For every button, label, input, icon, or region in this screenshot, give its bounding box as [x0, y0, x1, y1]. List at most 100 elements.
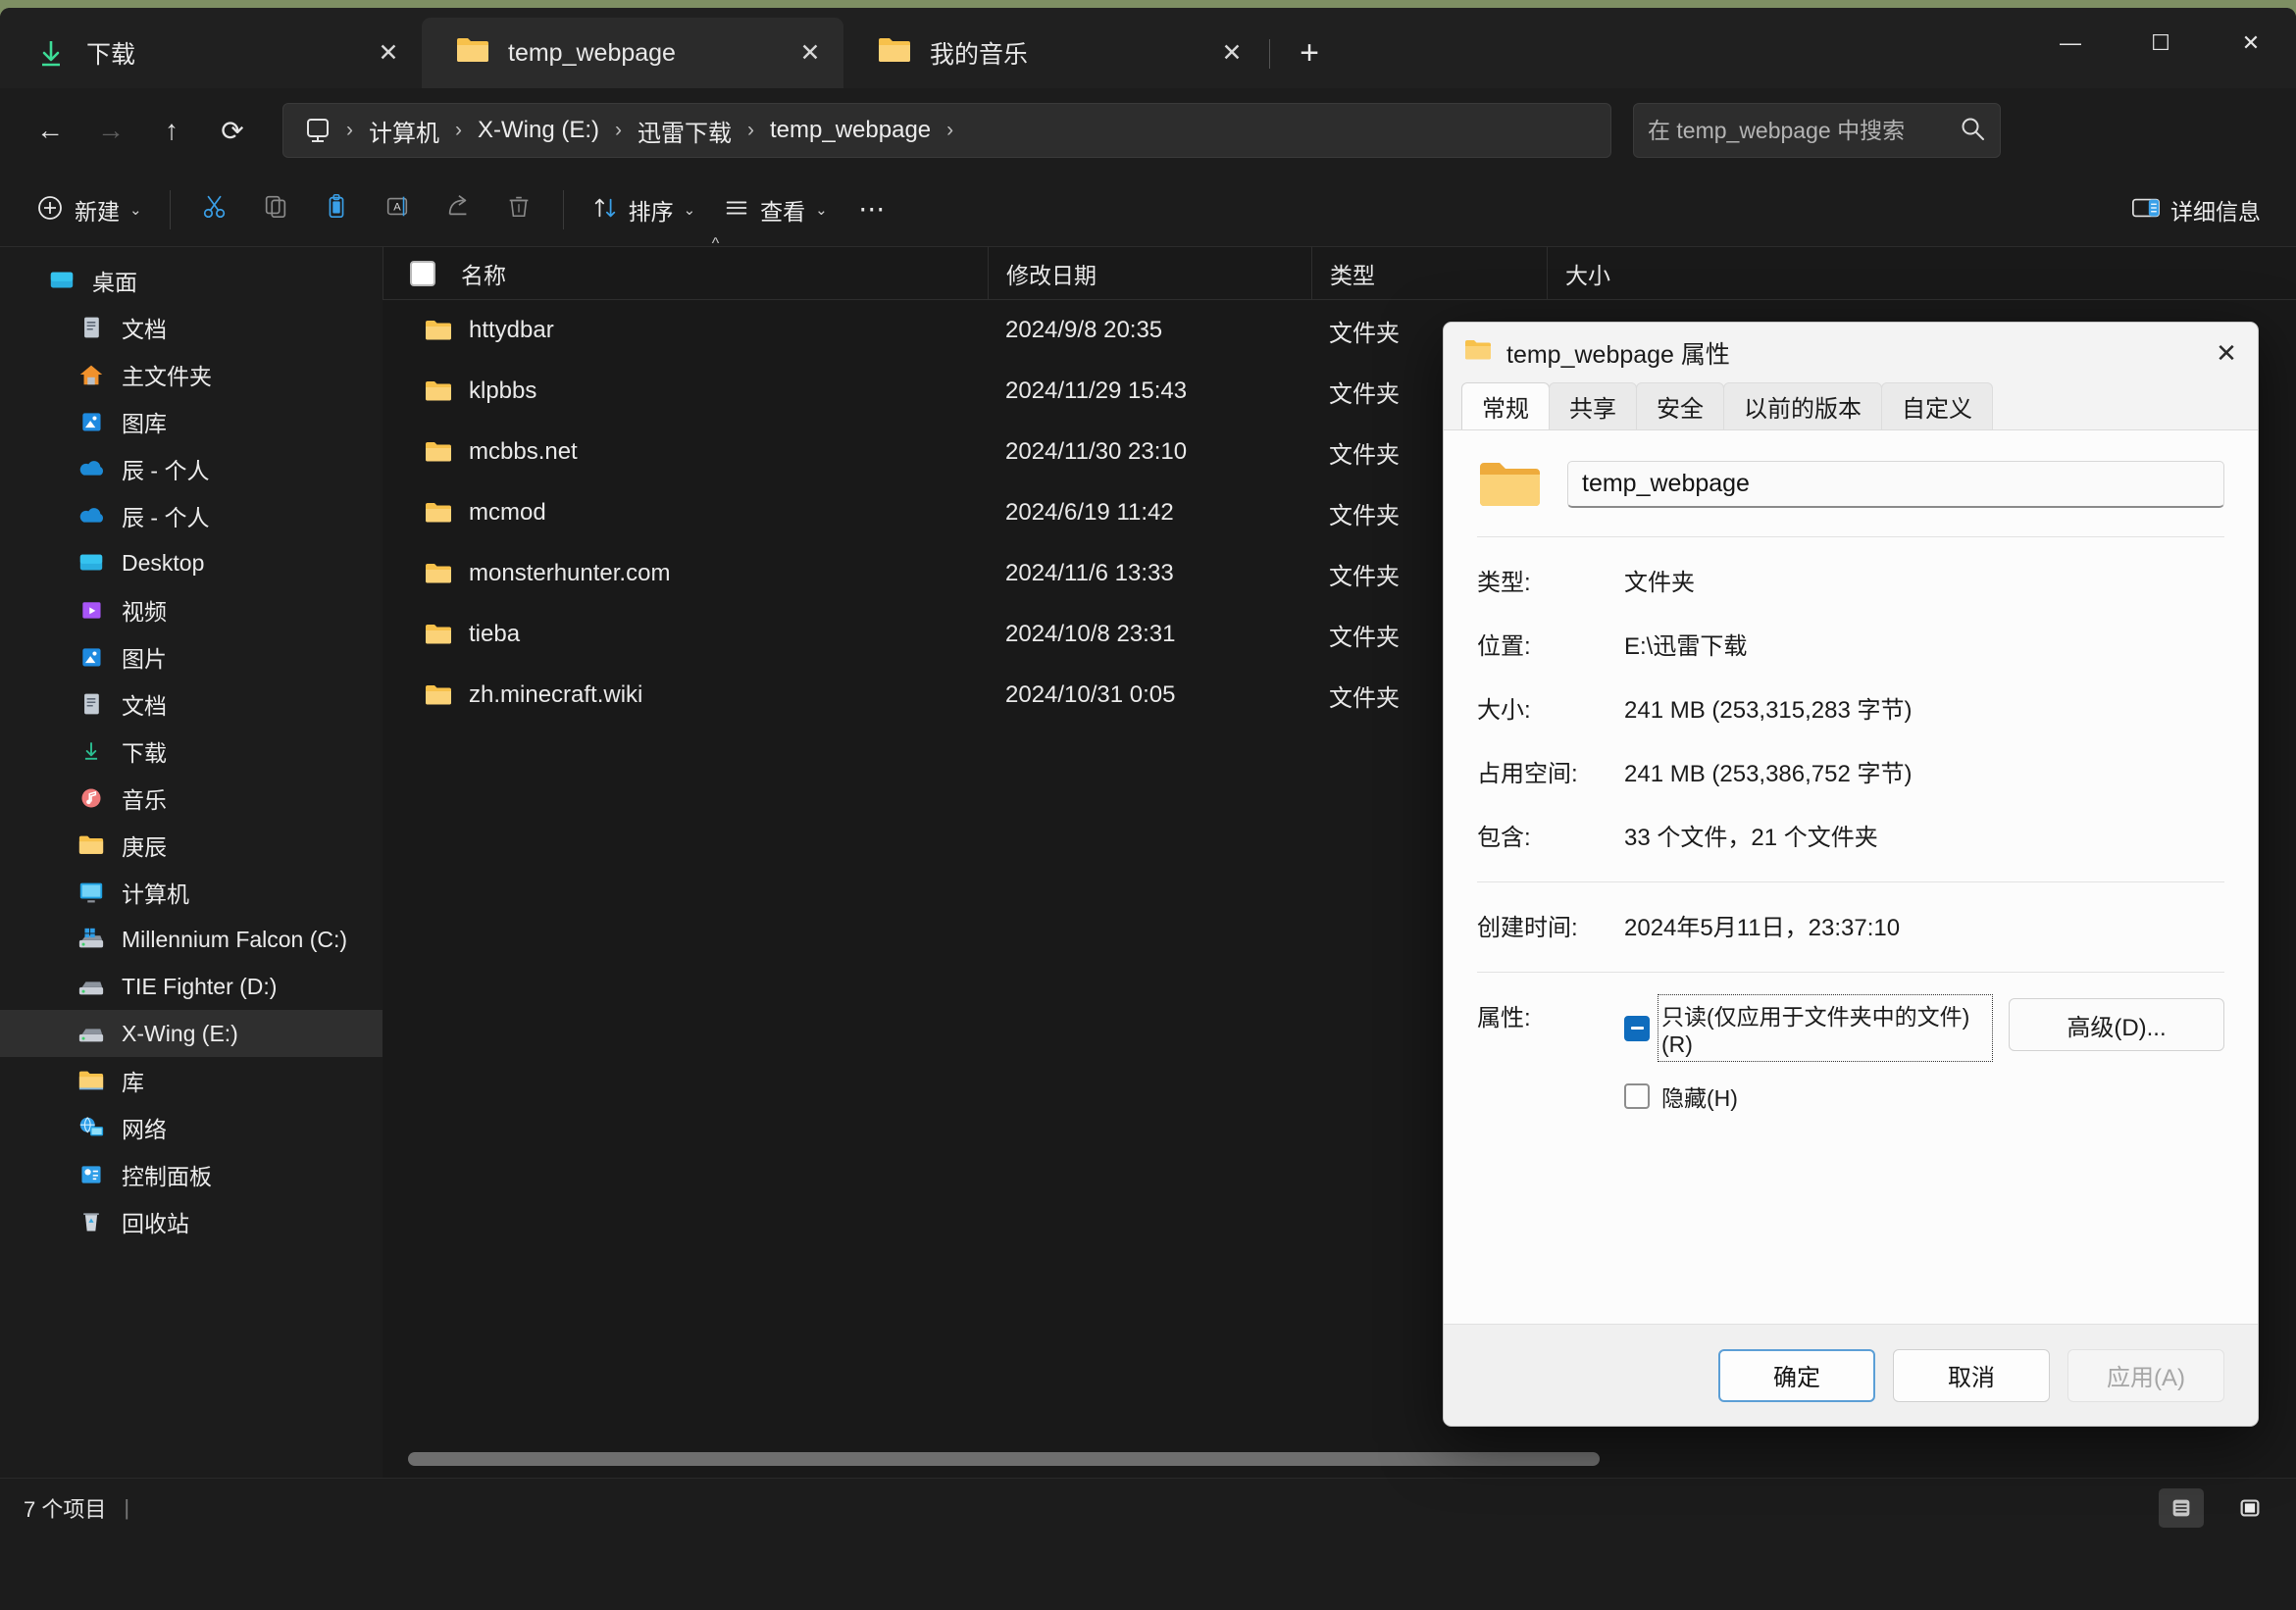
- close-icon[interactable]: ✕: [1212, 33, 1251, 73]
- share-button[interactable]: [428, 183, 488, 236]
- more-options-button[interactable]: ⋯: [842, 183, 902, 236]
- breadcrumb-item-xunlei[interactable]: 迅雷下载: [628, 110, 741, 152]
- paste-button[interactable]: [306, 183, 367, 236]
- folder-icon: [424, 440, 453, 465]
- forward-button[interactable]: →: [82, 102, 139, 159]
- maximize-button[interactable]: ☐: [2116, 8, 2206, 78]
- cancel-button[interactable]: 取消: [1893, 1348, 2050, 1402]
- tab-general[interactable]: 常规: [1461, 382, 1550, 429]
- sidebar-item-libraries[interactable]: 库: [0, 1057, 383, 1104]
- tab-security[interactable]: 安全: [1636, 382, 1724, 429]
- sidebar-item-label: 辰 - 个人: [122, 458, 210, 483]
- tab-label: 下载: [86, 41, 136, 69]
- tab-sharing[interactable]: 共享: [1549, 382, 1637, 429]
- sidebar-item-drive-d[interactable]: TIE Fighter (D:): [0, 963, 383, 1010]
- horizontal-scrollbar[interactable]: [408, 1452, 2031, 1466]
- sidebar-item-recycle-bin[interactable]: 回收站: [0, 1198, 383, 1245]
- file-date: 2024/11/29 15:43: [1005, 377, 1188, 404]
- details-pane-button[interactable]: 详细信息: [2117, 183, 2274, 236]
- close-icon[interactable]: ✕: [369, 33, 408, 73]
- column-header-name[interactable]: ^ 名称: [443, 235, 988, 300]
- refresh-button[interactable]: ⟳: [204, 102, 261, 159]
- sidebar-item-documents[interactable]: 文档: [0, 304, 383, 351]
- sidebar-item-onedrive-1[interactable]: 辰 - 个人: [0, 445, 383, 492]
- hidden-checkbox-row[interactable]: 隐藏(H): [1624, 1080, 1989, 1113]
- navigation-pane: 桌面 文档 主文件夹 图库 辰 - 个人 辰 - 个人 Desktop 视频 图…: [0, 247, 383, 1478]
- delete-button[interactable]: [488, 183, 549, 236]
- advanced-button[interactable]: 高级(D)...: [2009, 998, 2224, 1051]
- sidebar-item-label: 桌面: [92, 270, 137, 295]
- readonly-checkbox-row[interactable]: 只读(仅应用于文件夹中的文件)(R): [1624, 994, 1993, 1062]
- new-tab-button[interactable]: +: [1282, 25, 1337, 80]
- sidebar-item-music[interactable]: 音乐: [0, 775, 383, 822]
- ok-button[interactable]: 确定: [1718, 1348, 1875, 1402]
- sidebar-item-videos[interactable]: 视频: [0, 586, 383, 633]
- control-panel-icon: [77, 1160, 106, 1189]
- breadcrumb-item-computer[interactable]: 计算机: [359, 110, 449, 152]
- readonly-checkbox[interactable]: [1624, 1015, 1650, 1041]
- divider: [562, 189, 564, 229]
- minimize-button[interactable]: —: [2025, 8, 2116, 78]
- sidebar-item-documents-2[interactable]: 文档: [0, 680, 383, 728]
- new-button[interactable]: 新建 ⌄: [22, 183, 156, 236]
- apply-button[interactable]: 应用(A): [2067, 1348, 2224, 1402]
- sidebar-item-computer[interactable]: 计算机: [0, 869, 383, 916]
- documents-icon: [77, 313, 106, 342]
- up-button[interactable]: ↑: [143, 102, 200, 159]
- close-window-button[interactable]: ✕: [2206, 8, 2296, 78]
- search-icon[interactable]: [1959, 115, 1986, 147]
- sidebar-item-control-panel[interactable]: 控制面板: [0, 1151, 383, 1198]
- sidebar-item-desktop-en[interactable]: Desktop: [0, 539, 383, 586]
- chevron-down-icon: ⌄: [129, 201, 142, 219]
- scrollbar-thumb[interactable]: [408, 1452, 1600, 1466]
- tab-customize[interactable]: 自定义: [1881, 382, 1993, 429]
- file-name: tieba: [469, 621, 521, 647]
- large-icons-view-icon[interactable]: [2227, 1488, 2272, 1528]
- view-button[interactable]: 查看 ⌄: [709, 183, 842, 236]
- sidebar-item-gallery[interactable]: 图库: [0, 398, 383, 445]
- breadcrumb-item-drive[interactable]: X-Wing (E:): [468, 113, 609, 148]
- address-bar[interactable]: › 计算机 › X-Wing (E:) › 迅雷下载 › temp_webpag…: [282, 103, 1611, 158]
- sidebar-item-label: 视频: [122, 599, 167, 625]
- hidden-label: 隐藏(H): [1661, 1085, 1738, 1111]
- column-header-date[interactable]: 修改日期: [988, 246, 1311, 300]
- sort-button[interactable]: 排序 ⌄: [578, 183, 710, 236]
- details-view-icon[interactable]: [2159, 1487, 2204, 1528]
- sidebar-item-desktop[interactable]: 桌面: [0, 257, 383, 304]
- property-label: 占用空间:: [1477, 761, 1578, 787]
- tab-my-music[interactable]: 我的音乐 ✕: [843, 18, 1265, 88]
- sidebar-item-onedrive-2[interactable]: 辰 - 个人: [0, 492, 383, 539]
- search-box[interactable]: [1633, 103, 2001, 158]
- select-all-checkbox[interactable]: [383, 246, 443, 300]
- sidebar-item-gengchen[interactable]: 庚辰: [0, 822, 383, 869]
- hidden-checkbox[interactable]: [1624, 1083, 1650, 1109]
- sidebar-item-drive-c[interactable]: Millennium Falcon (C:): [0, 916, 383, 963]
- new-button-label: 新建: [75, 198, 120, 225]
- sidebar-item-pictures[interactable]: 图片: [0, 633, 383, 680]
- back-button[interactable]: ←: [22, 102, 78, 159]
- property-value: 文件夹: [1624, 570, 1695, 596]
- tab-downloads[interactable]: 下载 ✕: [0, 18, 422, 88]
- close-icon[interactable]: ✕: [2195, 323, 2258, 383]
- column-header-type[interactable]: 类型: [1311, 246, 1547, 300]
- column-header-size[interactable]: 大小: [1547, 246, 1664, 300]
- breadcrumb-separator: ›: [615, 119, 623, 141]
- breadcrumb-item-temp-webpage[interactable]: temp_webpage: [760, 113, 941, 148]
- sidebar-item-drive-e[interactable]: X-Wing (E:): [0, 1010, 383, 1057]
- property-type: 类型: 文件夹: [1477, 563, 2224, 597]
- tab-temp-webpage[interactable]: temp_webpage ✕: [422, 18, 843, 88]
- cut-button[interactable]: [184, 183, 245, 236]
- sidebar-item-label: 辰 - 个人: [122, 505, 210, 530]
- rename-button[interactable]: A: [367, 183, 428, 236]
- tab-previous-versions[interactable]: 以前的版本: [1723, 382, 1882, 429]
- close-icon[interactable]: ✕: [791, 33, 830, 73]
- sidebar-item-downloads[interactable]: 下载: [0, 728, 383, 775]
- sidebar-item-home[interactable]: 主文件夹: [0, 351, 383, 398]
- copy-button[interactable]: [245, 183, 306, 236]
- file-name: zh.minecraft.wiki: [469, 681, 643, 708]
- folder-name-field[interactable]: [1567, 461, 2224, 508]
- sidebar-item-network[interactable]: 网络: [0, 1104, 383, 1151]
- search-input[interactable]: [1648, 117, 1959, 144]
- dialog-footer: 确定 取消 应用(A): [1444, 1324, 2258, 1426]
- dialog-title-bar: temp_webpage 属性 ✕: [1444, 323, 2258, 383]
